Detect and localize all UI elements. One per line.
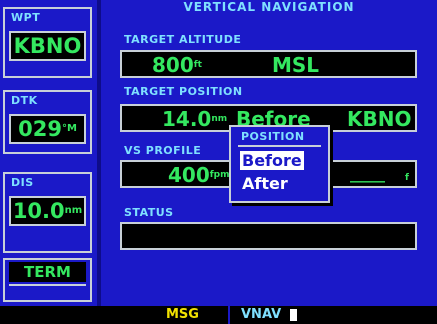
term-indicator: TERM	[9, 262, 86, 282]
target-altitude-field[interactable]: 800ft MSL	[120, 50, 417, 78]
dis-number: 10.0	[12, 199, 65, 223]
target-position-label: TARGET POSITION	[124, 85, 243, 98]
position-popup[interactable]: POSITION Before After	[229, 125, 330, 203]
target-position-waypoint[interactable]: KBNO	[347, 107, 411, 131]
vs-profile-value: 400	[168, 163, 210, 187]
dis-unit: nm	[64, 205, 83, 216]
status-bar-divider	[228, 306, 230, 324]
target-altitude-ref: MSL	[272, 53, 320, 77]
dis-label: DIS	[11, 176, 34, 189]
target-altitude-value: 800	[152, 53, 194, 77]
term-lower-field	[9, 284, 86, 298]
wpt-box: WPT KBNO	[3, 7, 92, 78]
status-bar	[0, 306, 437, 324]
dis-value: 10.0nm	[9, 196, 86, 226]
target-altitude-label: TARGET ALTITUDE	[124, 33, 242, 46]
vs-profile-value-wrap: 400fpm	[168, 163, 230, 187]
status-field	[120, 222, 417, 250]
term-box: TERM	[3, 258, 92, 302]
dis-box: DIS 10.0nm	[3, 172, 92, 253]
cursor-block-icon	[290, 309, 297, 321]
dtk-label: DTK	[11, 94, 38, 107]
dtk-value: 029°M	[9, 114, 86, 144]
wpt-value[interactable]: KBNO	[9, 31, 86, 61]
status-label: STATUS	[124, 206, 174, 219]
popup-option-before[interactable]: Before	[240, 151, 304, 170]
dtk-number: 029	[18, 117, 62, 141]
left-sidebar: WPT KBNO DTK 029°M DIS 10.0nm TERM	[0, 0, 97, 306]
page-title: VERTICAL NAVIGATION	[183, 0, 355, 14]
vs-profile-unit: fpm	[209, 170, 230, 180]
vs-profile-label: VS PROFILE	[124, 144, 202, 157]
column-divider	[97, 0, 101, 306]
dtk-unit: °M	[61, 123, 77, 134]
target-position-unit: nm	[211, 114, 228, 124]
vnav-annunciator: VNAV	[241, 307, 282, 322]
vs-profile-right-unit: f	[405, 173, 409, 183]
popup-option-after[interactable]: After	[240, 174, 290, 193]
wpt-label: WPT	[11, 11, 41, 24]
target-position-value: 14.0	[162, 107, 212, 131]
msg-annunciator: MSG	[166, 307, 199, 322]
dtk-box: DTK 029°M	[3, 90, 92, 154]
popup-divider	[238, 145, 321, 147]
target-position-value-wrap: 14.0nm	[162, 107, 227, 131]
vs-profile-right-value: _____	[350, 167, 385, 183]
target-altitude-unit: ft	[193, 60, 202, 70]
popup-title: POSITION	[241, 130, 305, 143]
target-altitude-value-wrap: 800ft	[152, 53, 202, 77]
